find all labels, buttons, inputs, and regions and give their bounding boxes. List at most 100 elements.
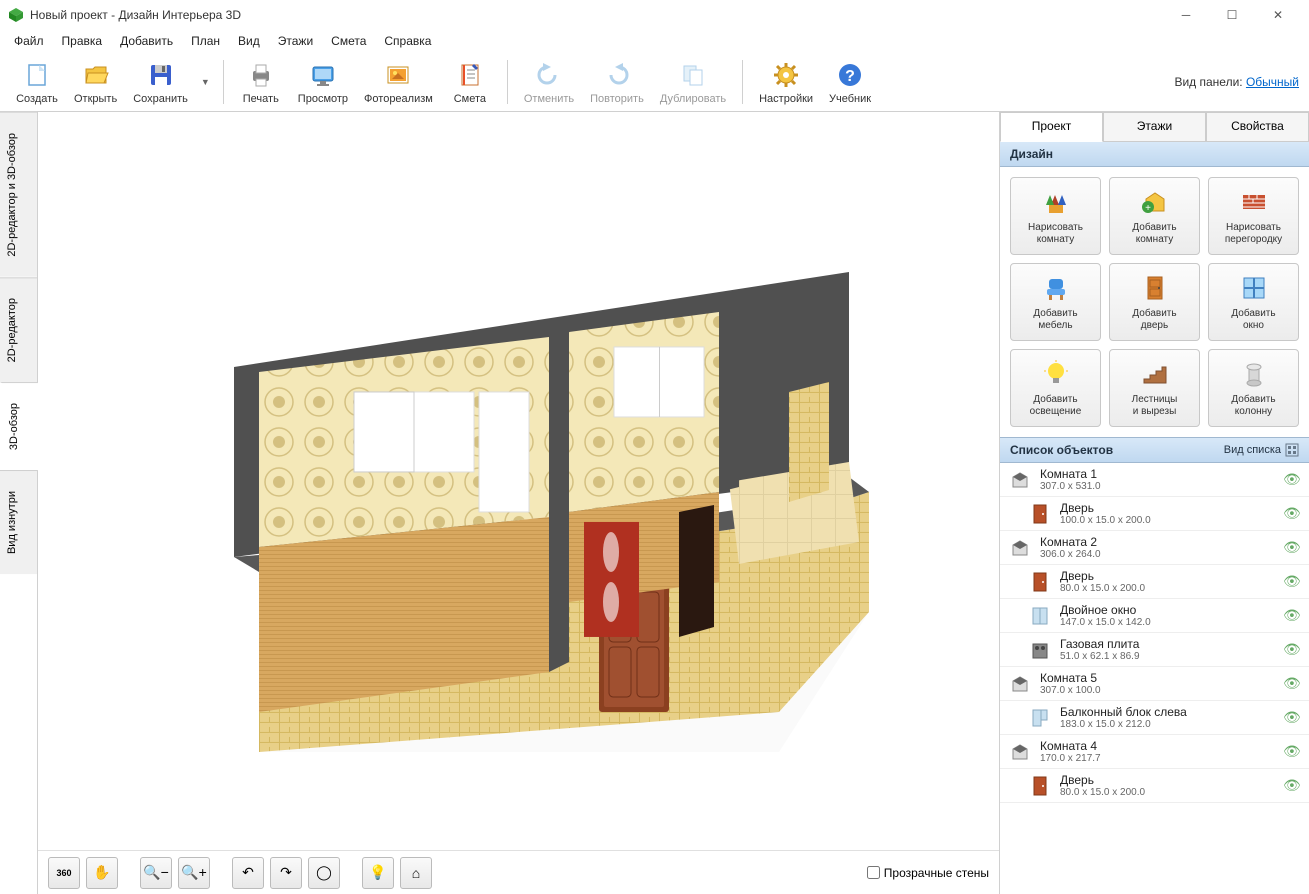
action-column-button[interactable]: Добавитьколонну <box>1208 349 1299 427</box>
object-list-item[interactable]: Комната 1307.0 x 531.0👁 <box>1000 463 1309 497</box>
menu-этажи[interactable]: Этажи <box>270 32 321 50</box>
action-addroom-button[interactable]: +Добавитькомнату <box>1109 177 1200 255</box>
design-section-header: Дизайн <box>1000 142 1309 167</box>
action-door-button[interactable]: Добавитьдверь <box>1109 263 1200 341</box>
visibility-toggle-icon[interactable]: 👁 <box>1283 539 1301 556</box>
transparent-walls-input[interactable] <box>867 866 880 879</box>
panel-tab-1[interactable]: Этажи <box>1103 112 1206 142</box>
open-icon <box>80 59 112 91</box>
window-icon <box>1028 604 1052 628</box>
action-window-button[interactable]: Добавитьокно <box>1208 263 1299 341</box>
left-view-tabs: 2D-редактор и 3D-обзор2D-редактор3D-обзо… <box>0 112 38 894</box>
toolbar-label: Открыть <box>74 93 117 105</box>
object-name: Комната 5 <box>1040 671 1283 685</box>
toolbar-help-button[interactable]: ?Учебник <box>823 57 877 107</box>
viewport-rotate-ccw-button[interactable]: ↶ <box>232 857 264 889</box>
right-panel: ПроектЭтажиСвойства Дизайн Нарисоватьком… <box>999 112 1309 894</box>
object-list-item[interactable]: Балконный блок слева183.0 x 15.0 x 212.0… <box>1000 701 1309 735</box>
object-list-item[interactable]: Комната 4170.0 x 217.7👁 <box>1000 735 1309 769</box>
menu-план[interactable]: План <box>183 32 228 50</box>
close-button[interactable]: ✕ <box>1255 0 1301 30</box>
toolbar-redo-button: Повторить <box>584 57 650 107</box>
viewport-zoom-in-button[interactable]: 🔍+ <box>178 857 210 889</box>
object-list-item[interactable]: Газовая плита51.0 x 62.1 x 86.9👁 <box>1000 633 1309 667</box>
object-list-item[interactable]: Дверь80.0 x 15.0 x 200.0👁 <box>1000 565 1309 599</box>
visibility-toggle-icon[interactable]: 👁 <box>1283 777 1301 794</box>
visibility-toggle-icon[interactable]: 👁 <box>1283 675 1301 692</box>
toolbar-label: Повторить <box>590 93 644 105</box>
menu-добавить[interactable]: Добавить <box>112 32 181 50</box>
action-wall-button[interactable]: Нарисоватьперегородку <box>1208 177 1299 255</box>
minimize-button[interactable]: ─ <box>1163 0 1209 30</box>
object-list-item[interactable]: Двойное окно147.0 x 15.0 x 142.0👁 <box>1000 599 1309 633</box>
object-list-item[interactable]: Дверь100.0 x 15.0 x 200.0👁 <box>1000 497 1309 531</box>
toolbar-label: Настройки <box>759 93 813 105</box>
object-dimensions: 183.0 x 15.0 x 212.0 <box>1060 719 1283 730</box>
toolbar-open-button[interactable]: Открыть <box>68 57 123 107</box>
toolbar-estimate-button[interactable]: Смета <box>443 57 497 107</box>
visibility-toggle-icon[interactable]: 👁 <box>1283 505 1301 522</box>
door-icon <box>1139 272 1171 304</box>
viewport-bulb-button[interactable]: 💡 <box>362 857 394 889</box>
gear-icon <box>770 59 802 91</box>
visibility-toggle-icon[interactable]: 👁 <box>1283 573 1301 590</box>
toolbar-new-button[interactable]: Создать <box>10 57 64 107</box>
view-tab[interactable]: Вид изнутри <box>0 470 37 574</box>
save-dropdown[interactable]: ▼ <box>198 77 213 87</box>
transparent-walls-checkbox[interactable]: Прозрачные стены <box>867 866 989 880</box>
chair-icon <box>1040 272 1072 304</box>
menu-справка[interactable]: Справка <box>376 32 439 50</box>
object-list-item[interactable]: Дверь80.0 x 15.0 x 200.0👁 <box>1000 769 1309 803</box>
right-panel-tabs: ПроектЭтажиСвойства <box>1000 112 1309 142</box>
toolbar-print-button[interactable]: Печать <box>234 57 288 107</box>
menu-вид[interactable]: Вид <box>230 32 268 50</box>
menu-правка[interactable]: Правка <box>54 32 111 50</box>
3d-viewport[interactable] <box>38 112 999 850</box>
redo-icon <box>601 59 633 91</box>
visibility-toggle-icon[interactable]: 👁 <box>1283 641 1301 658</box>
visibility-toggle-icon[interactable]: 👁 <box>1283 607 1301 624</box>
panel-tab-2[interactable]: Свойства <box>1206 112 1309 142</box>
object-list-header: Список объектов Вид списка <box>1000 437 1309 463</box>
action-draw-button[interactable]: Нарисоватькомнату <box>1010 177 1101 255</box>
view-tab[interactable]: 2D-редактор и 3D-обзор <box>0 112 37 277</box>
visibility-toggle-icon[interactable]: 👁 <box>1283 709 1301 726</box>
panel-tab-0[interactable]: Проект <box>1000 112 1103 142</box>
panel-mode-link[interactable]: Обычный <box>1246 75 1299 89</box>
maximize-button[interactable]: ☐ <box>1209 0 1255 30</box>
object-dimensions: 170.0 x 217.7 <box>1040 753 1283 764</box>
toolbar-photo-button[interactable]: Фотореализм <box>358 57 439 107</box>
room-icon <box>1008 672 1032 696</box>
viewport-zoom-out-button[interactable]: 🔍− <box>140 857 172 889</box>
view-tab[interactable]: 2D-редактор <box>0 277 37 382</box>
door-icon <box>1028 570 1052 594</box>
action-stairs-button[interactable]: Лестницыи вырезы <box>1109 349 1200 427</box>
menu-файл[interactable]: Файл <box>6 32 52 50</box>
list-view-mode[interactable]: Вид списка <box>1224 443 1299 457</box>
viewport-hand-button[interactable]: ✋ <box>86 857 118 889</box>
toolbar-monitor-button[interactable]: Просмотр <box>292 57 354 107</box>
viewport-360-button[interactable]: 360 <box>48 857 80 889</box>
action-chair-button[interactable]: Добавитьмебель <box>1010 263 1101 341</box>
menu-смета[interactable]: Смета <box>323 32 374 50</box>
room-icon <box>1008 740 1032 764</box>
object-list-item[interactable]: Комната 2306.0 x 264.0👁 <box>1000 531 1309 565</box>
viewport-rotate-cw-button[interactable]: ↷ <box>270 857 302 889</box>
balcony-icon <box>1028 706 1052 730</box>
svg-text:+: + <box>1145 203 1151 214</box>
print-icon <box>245 59 277 91</box>
object-list-item[interactable]: Комната 5307.0 x 100.0👁 <box>1000 667 1309 701</box>
viewport-home-button[interactable]: ⌂ <box>400 857 432 889</box>
room-icon <box>1008 468 1032 492</box>
object-list-title: Список объектов <box>1010 443 1113 457</box>
object-name: Комната 4 <box>1040 739 1283 753</box>
viewport-ellipse-button[interactable]: ◯ <box>308 857 340 889</box>
visibility-toggle-icon[interactable]: 👁 <box>1283 743 1301 760</box>
toolbar-save-button[interactable]: Сохранить <box>127 57 194 107</box>
view-tab[interactable]: 3D-обзор <box>0 382 38 470</box>
object-dimensions: 147.0 x 15.0 x 142.0 <box>1060 617 1283 628</box>
action-bulb-button[interactable]: Добавитьосвещение <box>1010 349 1101 427</box>
visibility-toggle-icon[interactable]: 👁 <box>1283 471 1301 488</box>
window-title: Новый проект - Дизайн Интерьера 3D <box>30 8 1163 22</box>
toolbar-gear-button[interactable]: Настройки <box>753 57 819 107</box>
